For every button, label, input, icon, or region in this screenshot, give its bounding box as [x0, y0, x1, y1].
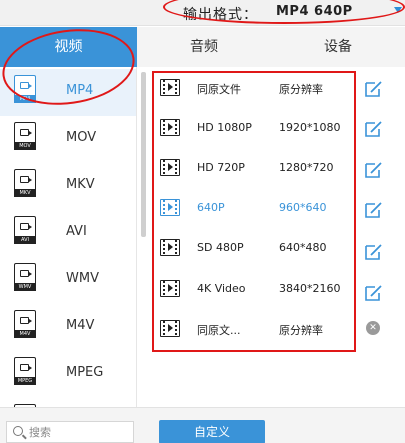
video-file-icon: WMV	[14, 263, 36, 291]
preset-name: 同原文件	[197, 83, 241, 96]
film-icon	[160, 159, 180, 176]
output-format-bar[interactable]: 输出格式： MP4 640P	[0, 0, 405, 26]
video-file-icon: M4V	[14, 310, 36, 338]
format-item-mpeg[interactable]: MPEG MPEG	[0, 351, 136, 398]
format-name: MPEG	[66, 365, 104, 380]
preset-resolution: 3840*2160	[279, 282, 341, 295]
preset-resolution: 640*480	[279, 241, 327, 254]
preset-row-selected[interactable]: 640P 960*640	[152, 192, 356, 232]
edit-icon[interactable]	[365, 121, 383, 137]
preset-name: HD 720P	[197, 161, 245, 174]
video-file-icon: MOV	[14, 122, 36, 150]
search-box[interactable]	[6, 421, 134, 443]
output-format-value[interactable]: MP4 640P	[276, 4, 353, 19]
preset-row[interactable]: 4K Video 3840*2160	[152, 273, 356, 313]
preset-resolution: 1920*1080	[279, 121, 341, 134]
preset-resolution: 原分辨率	[279, 324, 323, 337]
edit-icon[interactable]	[365, 285, 383, 301]
chevron-down-icon[interactable]	[394, 7, 402, 13]
preset-resolution: 原分辨率	[279, 83, 323, 96]
format-item-wmv[interactable]: WMV WMV	[0, 257, 136, 304]
film-icon	[160, 119, 180, 136]
format-item-partial[interactable]	[0, 398, 136, 407]
film-icon	[160, 239, 180, 256]
format-item-avi[interactable]: AVI AVI	[0, 210, 136, 257]
format-name: MOV	[66, 130, 97, 145]
film-icon	[160, 320, 180, 337]
preset-row[interactable]: HD 1080P 1920*1080	[152, 112, 356, 152]
format-item-mp4[interactable]: MP4 MP4	[0, 69, 136, 116]
preset-name: HD 1080P	[197, 121, 252, 134]
format-name: MKV	[66, 177, 95, 192]
format-name: WMV	[66, 271, 99, 286]
preset-name: 640P	[197, 201, 225, 214]
format-item-mkv[interactable]: MKV MKV	[0, 163, 136, 210]
category-tabs: 视频 音频 设备	[0, 27, 405, 67]
video-file-icon: MKV	[14, 169, 36, 197]
preset-row[interactable]: SD 480P 640*480	[152, 232, 356, 272]
video-file-icon: MPEG	[14, 357, 36, 385]
format-name: AVI	[66, 224, 87, 239]
edit-icon[interactable]	[365, 244, 383, 260]
preset-list: 同原文件 原分辨率 HD 1080P 1920*1080 HD 720P 128…	[152, 71, 356, 352]
tab-device[interactable]: 设备	[271, 27, 405, 67]
preset-name: SD 480P	[197, 241, 244, 254]
search-input[interactable]	[29, 424, 129, 440]
custom-button[interactable]: 自定义	[159, 420, 265, 443]
preset-resolution: 1280*720	[279, 161, 334, 174]
search-icon	[13, 426, 23, 436]
preset-name: 4K Video	[197, 282, 246, 295]
tab-audio[interactable]: 音频	[137, 27, 271, 67]
format-list-scrollbar[interactable]	[141, 72, 146, 237]
format-item-m4v[interactable]: M4V M4V	[0, 304, 136, 351]
format-list: MP4 MP4 MOV MOV MKV MKV AVI AVI WMV WMV …	[0, 67, 137, 407]
format-item-mov[interactable]: MOV MOV	[0, 116, 136, 163]
remove-icon[interactable]: ✕	[366, 321, 380, 335]
film-icon	[160, 199, 180, 216]
format-name: M4V	[66, 318, 95, 333]
video-file-icon: AVI	[14, 216, 36, 244]
film-icon	[160, 280, 180, 297]
preset-name: 同原文...	[197, 324, 241, 337]
preset-row[interactable]: 同原文... 原分辨率	[152, 313, 356, 353]
video-file-icon: MP4	[14, 75, 36, 103]
film-icon	[160, 79, 180, 96]
tab-video[interactable]: 视频	[0, 27, 137, 67]
bottom-bar: 自定义	[0, 407, 405, 443]
format-name: MP4	[66, 83, 94, 98]
output-format-label: 输出格式：	[183, 7, 258, 23]
edit-icon[interactable]	[365, 81, 383, 97]
preset-resolution: 960*640	[279, 201, 327, 214]
preset-row[interactable]: HD 720P 1280*720	[152, 152, 356, 192]
edit-icon[interactable]	[365, 202, 383, 218]
preset-row[interactable]: 同原文件 原分辨率	[152, 72, 356, 112]
edit-icon[interactable]	[365, 162, 383, 178]
